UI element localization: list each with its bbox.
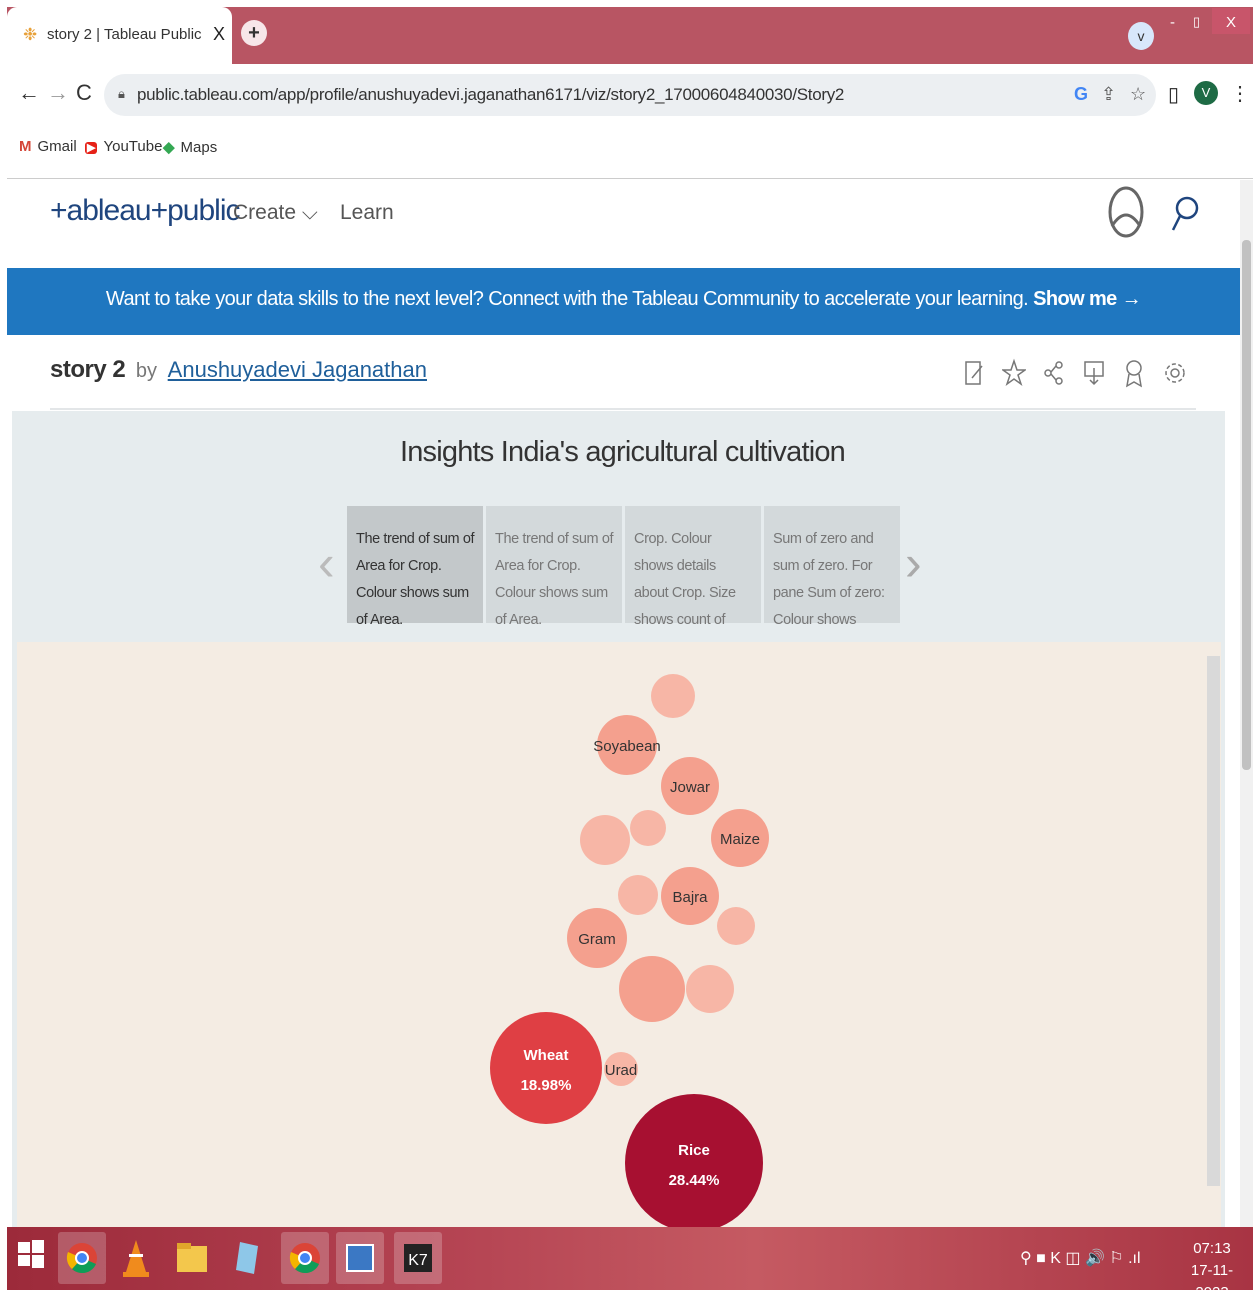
bubble-label-maize: Maize (720, 831, 760, 848)
bubble-label-rice: Rice (678, 1142, 710, 1159)
bubble-chart: Soyabean Jowar Maize Bajra Gram Wheat 18.98% Ur… (490, 674, 769, 1227)
bubble-label-urad: Urad (605, 1062, 638, 1079)
taskbar-clock[interactable]: 07:13 17-11-2023 (1180, 1238, 1244, 1290)
bubble-unlabeled-4[interactable] (618, 875, 658, 915)
bubble-wheat[interactable] (490, 1012, 602, 1124)
system-tray[interactable]: ⚲ ■ K ◫ 🔊 ⚐ .ıl (1020, 1248, 1141, 1268)
windows-start-icon[interactable] (17, 1240, 45, 1268)
bubble-percent-rice: 28.44% (669, 1172, 720, 1189)
clock-time: 07:13 (1193, 1240, 1231, 1257)
photos-taskbar-icon[interactable] (336, 1232, 384, 1284)
bubble-unlabeled-1[interactable] (651, 674, 695, 718)
chrome-profile-taskbar-icon[interactable] (281, 1232, 329, 1284)
notes-taskbar-icon[interactable] (224, 1232, 272, 1284)
svg-text:K7: K7 (408, 1252, 428, 1269)
file-explorer-taskbar-icon[interactable] (168, 1232, 216, 1284)
bubble-percent-wheat: 18.98% (521, 1077, 572, 1094)
bubble-label-soyabean: Soyabean (593, 738, 661, 755)
chrome-taskbar-icon[interactable] (58, 1232, 106, 1284)
bubble-label-jowar: Jowar (670, 779, 710, 796)
bubble-label-bajra: Bajra (672, 889, 708, 906)
bubble-unlabeled-2[interactable] (580, 815, 630, 865)
bubble-rice[interactable] (625, 1094, 763, 1227)
bubble-label-gram: Gram (578, 931, 616, 948)
bubble-unlabeled-5[interactable] (717, 907, 755, 945)
bubble-unlabeled-3[interactable] (630, 810, 666, 846)
page-scrollbar-thumb[interactable] (1242, 240, 1251, 770)
bubble-label-wheat: Wheat (524, 1047, 569, 1064)
clock-date: 17-11-2023 (1190, 1262, 1234, 1290)
k7-antivirus-taskbar-icon[interactable]: K7 (394, 1232, 442, 1284)
bubble-unlabeled-7[interactable] (686, 965, 734, 1013)
bubble-unlabeled-6[interactable] (619, 956, 685, 1022)
vlc-taskbar-icon[interactable] (112, 1232, 160, 1284)
